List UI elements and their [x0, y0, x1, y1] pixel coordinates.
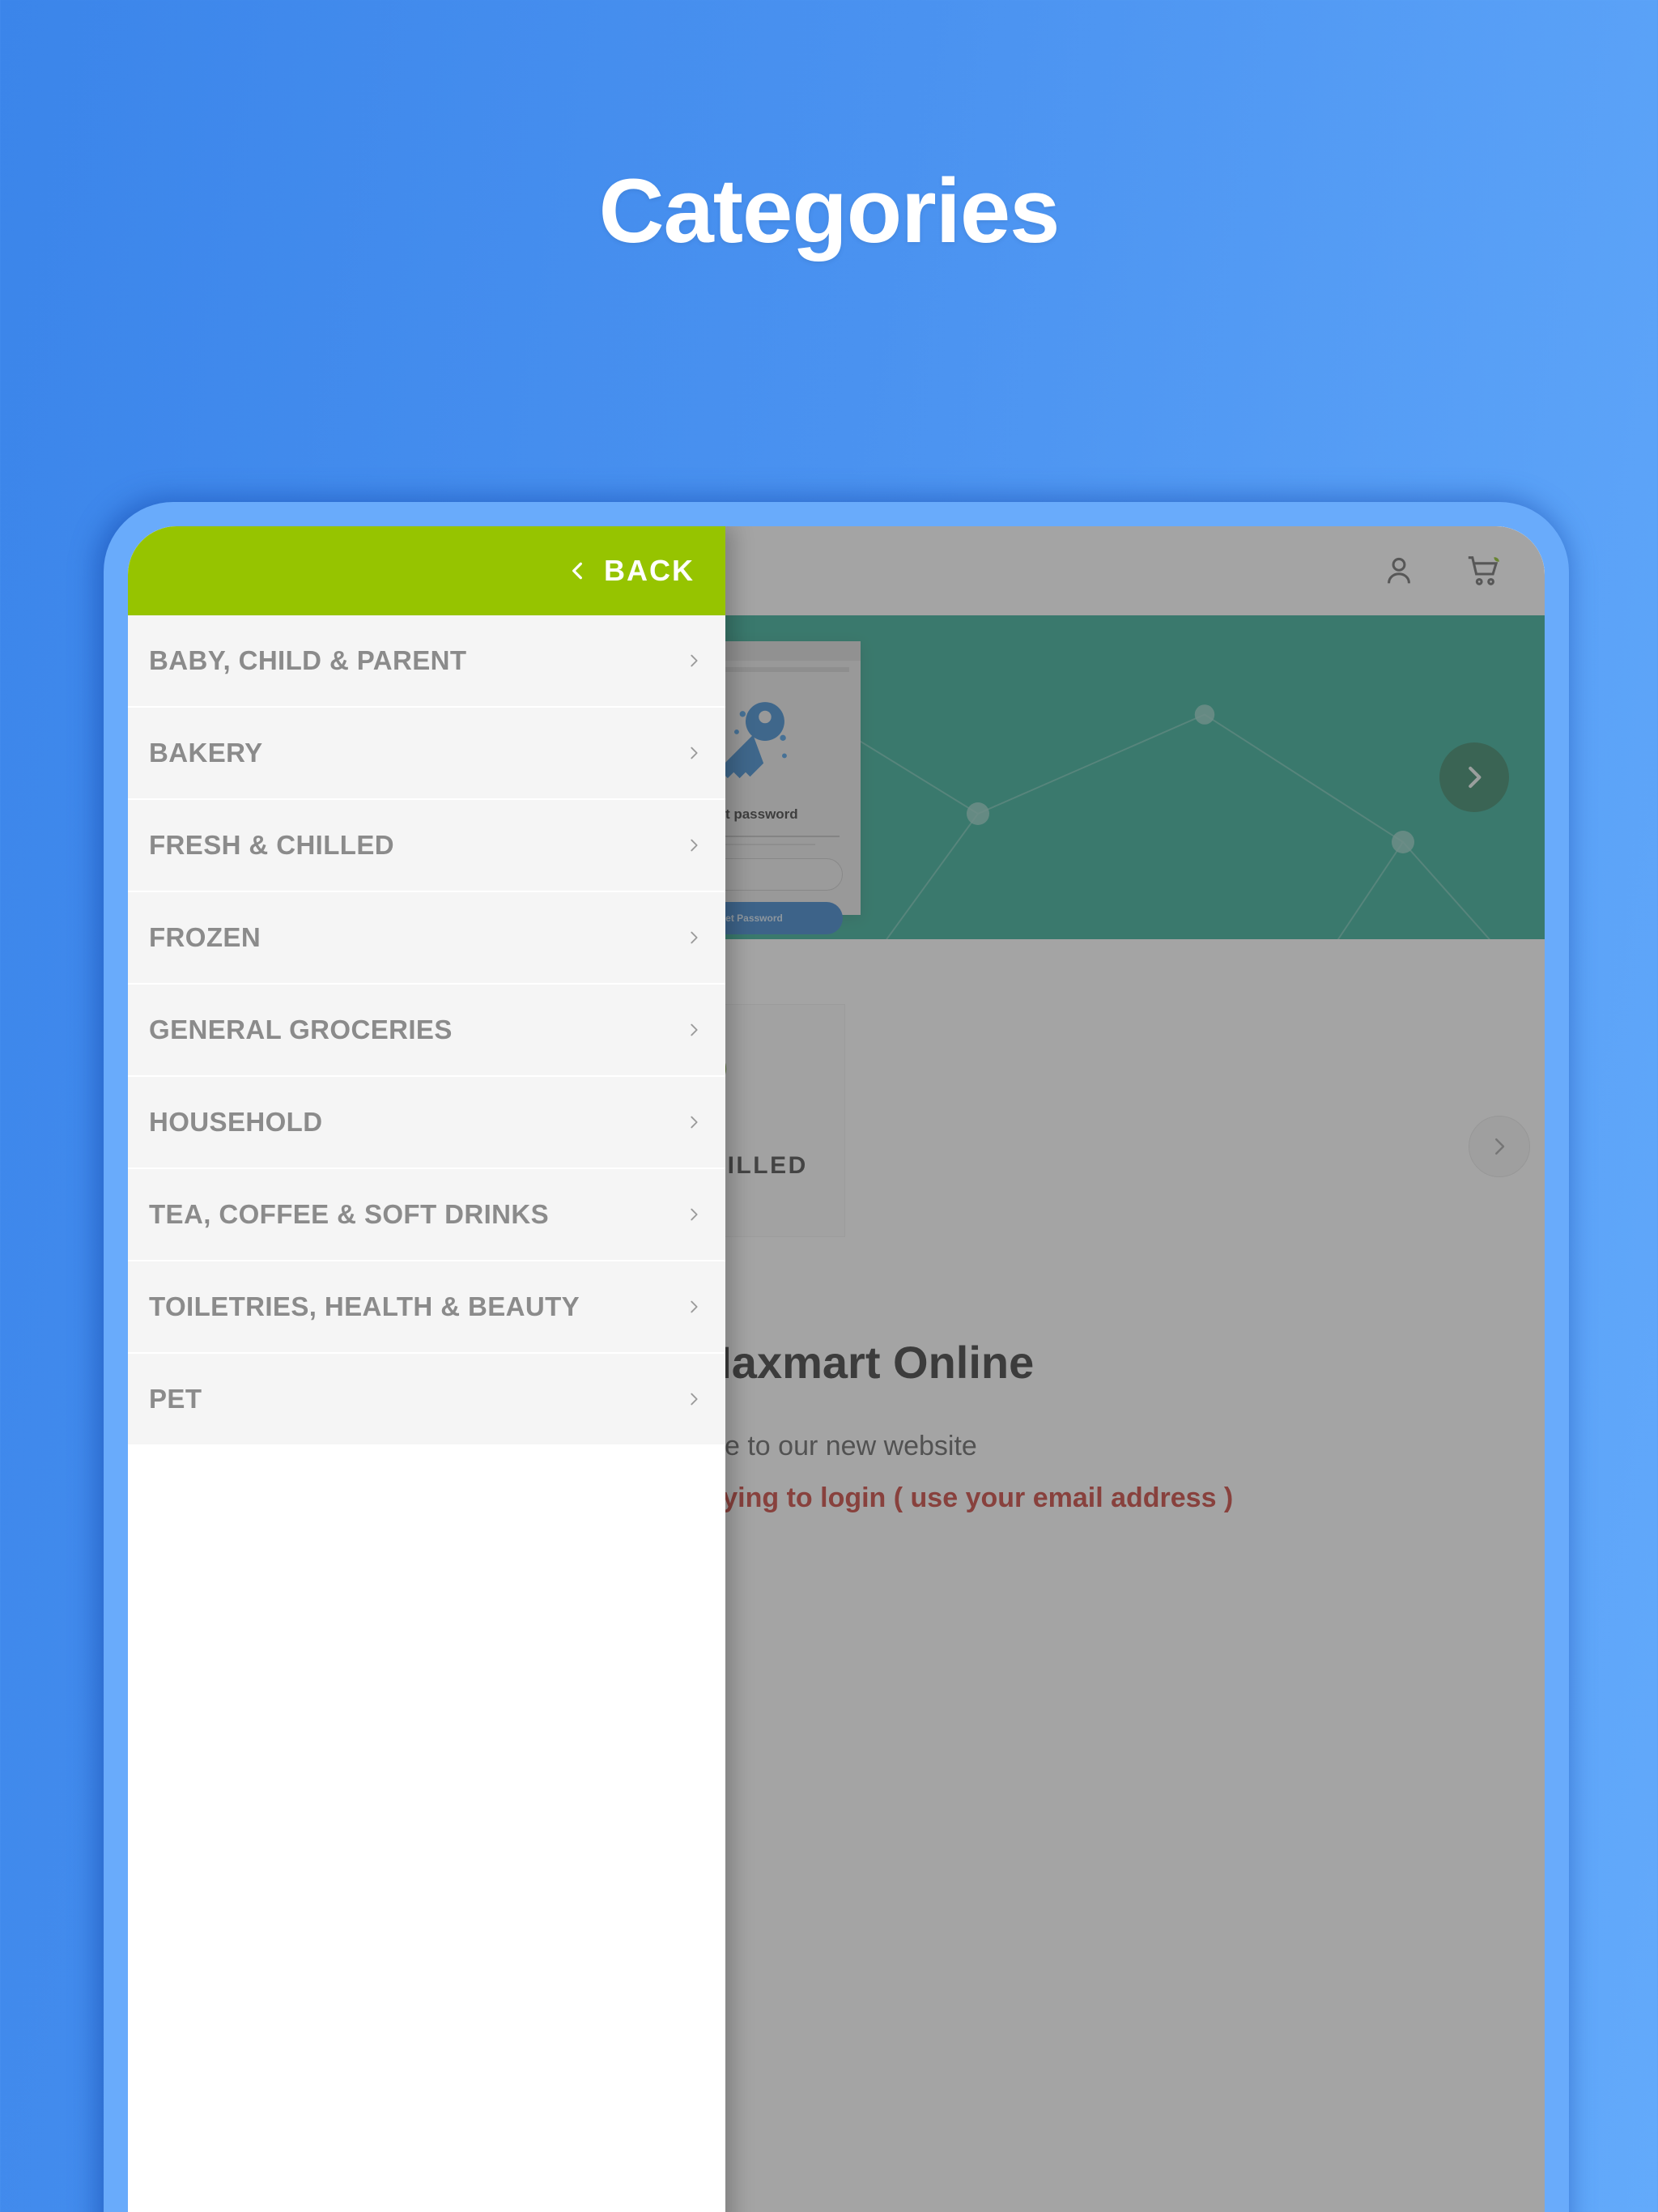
drawer-item-label: FROZEN	[149, 922, 261, 952]
chevron-left-icon	[572, 562, 582, 580]
back-button-label: BACK	[604, 554, 695, 587]
drawer-item-label: FRESH & CHILLED	[149, 830, 394, 860]
chevron-right-icon	[685, 832, 703, 859]
drawer-item-label: TEA, COFFEE & SOFT DRINKS	[149, 1199, 550, 1229]
drawer-item-toiletries-health-beauty[interactable]: TOILETRIES, HEALTH & BEAUTY	[128, 1261, 725, 1354]
phone-frame: MAXMART FAMILY SHOPPING CENTRE	[104, 502, 1569, 2212]
drawer-item-fresh-chilled[interactable]: FRESH & CHILLED	[128, 800, 725, 892]
chevron-right-icon	[685, 647, 703, 674]
back-button[interactable]: BACK	[567, 554, 695, 588]
drawer-item-label: PET	[149, 1384, 202, 1414]
drawer-item-list: BABY, CHILD & PARENT BAKERY FRESH & CHIL…	[128, 615, 725, 2212]
chevron-right-icon	[685, 1385, 703, 1413]
chevron-right-icon	[685, 1108, 703, 1136]
chevron-right-icon	[685, 1293, 703, 1321]
drawer-item-label: HOUSEHOLD	[149, 1107, 323, 1137]
chevron-right-icon	[685, 1016, 703, 1044]
drawer-item-bakery[interactable]: BAKERY	[128, 708, 725, 800]
drawer-item-general-groceries[interactable]: GENERAL GROCERIES	[128, 985, 725, 1077]
drawer-item-frozen[interactable]: FROZEN	[128, 892, 725, 985]
page-title: Categories	[598, 160, 1061, 262]
drawer-item-tea-coffee-soft-drinks[interactable]: TEA, COFFEE & SOFT DRINKS	[128, 1169, 725, 1261]
drawer-item-baby-child-parent[interactable]: BABY, CHILD & PARENT	[128, 615, 725, 708]
drawer-item-label: BABY, CHILD & PARENT	[149, 645, 467, 675]
drawer-item-label: BAKERY	[149, 738, 263, 768]
drawer-item-label: TOILETRIES, HEALTH & BEAUTY	[149, 1291, 580, 1321]
drawer-item-label: GENERAL GROCERIES	[149, 1015, 453, 1044]
category-drawer: BACK BABY, CHILD & PARENT BAKERY FRESH &…	[128, 526, 725, 2212]
phone-screen: MAXMART FAMILY SHOPPING CENTRE	[128, 526, 1545, 2212]
chevron-right-icon	[685, 1201, 703, 1228]
chevron-right-icon	[685, 739, 703, 767]
drawer-item-household[interactable]: HOUSEHOLD	[128, 1077, 725, 1169]
drawer-item-pet[interactable]: PET	[128, 1354, 725, 1446]
drawer-header: BACK	[128, 526, 725, 615]
chevron-right-icon	[685, 924, 703, 951]
